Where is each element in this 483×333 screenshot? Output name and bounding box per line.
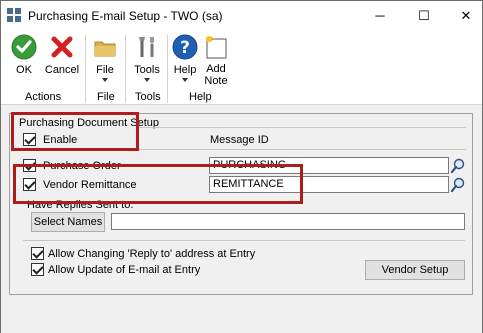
help-question-icon: ? [172, 34, 198, 60]
help-dropdown-icon [182, 78, 188, 82]
add-note-label-line2: Note [204, 75, 228, 87]
cancel-label: Cancel [44, 64, 80, 76]
svg-text:?: ? [180, 38, 190, 58]
ribbon-separator [125, 35, 126, 103]
ribbon-toolbar: OK Cancel Actions File File Tools Tools … [1, 31, 482, 105]
file-menu-button[interactable]: File [90, 34, 120, 82]
maximize-button[interactable]: ☐ [409, 1, 439, 31]
vendor-setup-button[interactable]: Vendor Setup [365, 260, 465, 280]
add-note-label-line1: Add [206, 63, 226, 75]
purchase-order-lookup-icon[interactable] [450, 157, 466, 174]
file-dropdown-icon [102, 78, 108, 82]
section-divider [23, 240, 465, 241]
close-button[interactable]: ✕ [451, 1, 481, 31]
help-menu-button[interactable]: ? Help [170, 34, 200, 82]
file-label: File [96, 64, 114, 76]
group-label-actions: Actions [25, 91, 62, 103]
add-note-button[interactable]: Add Note [201, 34, 231, 87]
minimize-button[interactable]: ─ [365, 1, 395, 31]
title-bar: Purchasing E-mail Setup - TWO (sa) ─ ☐ ✕ [1, 1, 482, 31]
header-divider [136, 127, 466, 128]
cancel-button[interactable]: Cancel [43, 34, 81, 76]
cancel-x-icon [51, 36, 73, 58]
tools-menu-button[interactable]: Tools [130, 34, 164, 82]
allow-update-email-label: Allow Update of E-mail at Entry [48, 264, 201, 276]
window-title: Purchasing E-mail Setup - TWO (sa) [28, 9, 223, 23]
folder-icon [94, 41, 116, 57]
app-grid-icon [7, 8, 21, 22]
vendor-remittance-lookup-icon[interactable] [450, 176, 466, 193]
allow-changing-reply-to-label: Allow Changing 'Reply to' address at Ent… [48, 248, 256, 260]
select-names-button[interactable]: Select Names [31, 212, 105, 232]
ok-label: OK [16, 64, 32, 76]
tools-icon [139, 37, 154, 57]
reply-to-names-field[interactable] [111, 213, 465, 230]
ok-check-icon [11, 34, 37, 60]
group-label-help: Help [189, 91, 212, 103]
enable-highlight-box [11, 112, 139, 151]
vendor-remittance-highlight-box [13, 164, 303, 204]
ok-button[interactable]: OK [9, 34, 39, 76]
tools-dropdown-icon [144, 78, 150, 82]
group-label-file: File [97, 91, 115, 103]
tools-label: Tools [134, 64, 160, 76]
allow-update-email-checkbox[interactable] [31, 263, 44, 276]
group-label-tools: Tools [135, 91, 161, 103]
add-note-icon [205, 36, 227, 59]
header-underline [136, 149, 466, 150]
allow-changing-reply-to-checkbox[interactable] [31, 247, 44, 260]
ribbon-separator [85, 35, 86, 103]
purchasing-email-setup-window: Purchasing E-mail Setup - TWO (sa) ─ ☐ ✕… [0, 0, 483, 333]
message-id-header: Message ID [210, 134, 269, 146]
help-label: Help [173, 64, 197, 76]
ribbon-separator [167, 35, 168, 103]
form-area: Purchasing Document Setup Enable Message… [1, 105, 482, 333]
